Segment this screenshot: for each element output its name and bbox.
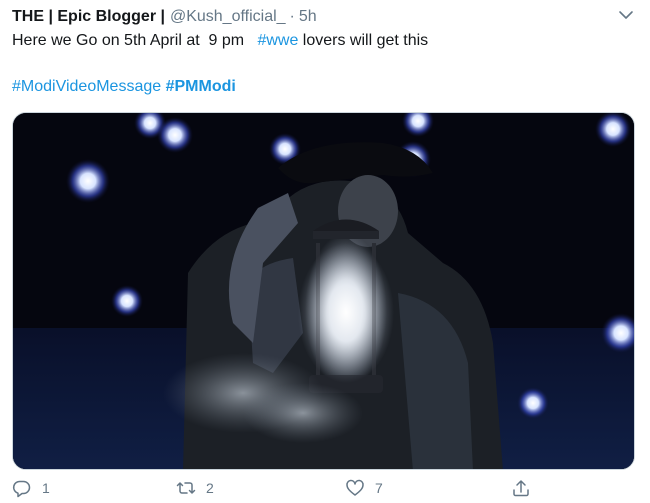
wrestler-lantern-photo <box>13 113 634 469</box>
separator-dot: · <box>289 8 295 25</box>
like-icon <box>346 479 364 496</box>
tweet[interactable]: THE | Epic Blogger | @Kush_official_ · 5… <box>0 0 650 503</box>
hashtag-wwe[interactable]: #wwe <box>257 32 298 49</box>
reply-icon <box>12 480 31 498</box>
like-button[interactable]: 7 <box>345 474 383 502</box>
tweet-header: THE | Epic Blogger | @Kush_official_ · 5… <box>12 6 317 28</box>
retweet-button[interactable]: 2 <box>176 474 214 502</box>
hashtag-pmmodi[interactable]: #PMModi <box>166 78 236 95</box>
tweet-text-line1: Here we Go on 5th April at 9 pm #wwe lov… <box>12 32 428 50</box>
share-button[interactable] <box>511 474 531 502</box>
timestamp[interactable]: 5h <box>299 8 317 26</box>
tweet-text-line2: #ModiVideoMessage #PMModi <box>12 78 236 96</box>
tweet-text: Here we Go on 5th April at 9 pm <box>12 32 258 49</box>
chevron-down-icon[interactable] <box>617 8 635 22</box>
reply-button[interactable]: 1 <box>12 474 50 502</box>
like-count: 7 <box>375 480 383 496</box>
tweet-text-tail: lovers will get this <box>298 32 429 49</box>
retweet-icon <box>176 482 196 494</box>
retweet-count: 2 <box>206 480 214 496</box>
tweet-media-image[interactable] <box>12 112 635 470</box>
display-name[interactable]: THE | Epic Blogger | <box>12 8 165 26</box>
tweet-actions: 1 2 7 <box>0 474 650 502</box>
share-icon <box>513 480 529 497</box>
hashtag-modivideomessage[interactable]: #ModiVideoMessage <box>12 78 161 95</box>
reply-count: 1 <box>42 480 50 496</box>
user-handle[interactable]: @Kush_official_ <box>170 8 286 26</box>
